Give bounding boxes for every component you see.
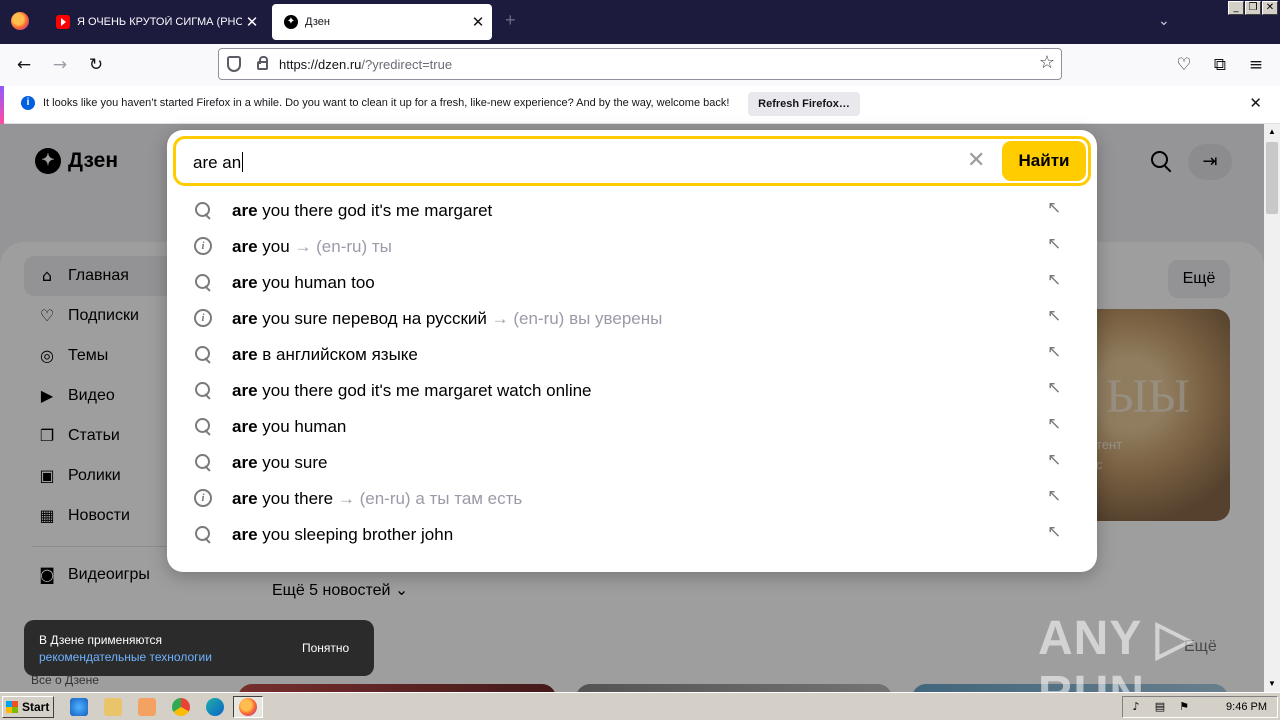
lock-icon[interactable] bbox=[257, 56, 268, 70]
search-input[interactable]: are an bbox=[193, 152, 244, 173]
scroll-down-icon[interactable]: ▼ bbox=[1264, 676, 1280, 692]
folder-icon[interactable] bbox=[104, 698, 122, 716]
info-icon: i bbox=[21, 96, 35, 110]
fill-query-icon[interactable]: ↖ bbox=[1047, 342, 1061, 362]
footer-about-link[interactable]: Все о Дзене bbox=[31, 673, 99, 687]
system-tray: ♪ ▤ ⚑ 9:46 PM bbox=[1122, 696, 1278, 718]
search-icon bbox=[194, 381, 212, 399]
tab-dzen[interactable]: ✦ Дзен ✕ bbox=[272, 4, 492, 40]
fill-query-icon[interactable]: ↖ bbox=[1047, 270, 1061, 290]
suggestion-item[interactable]: i are you → (en-ru) ты ↖ bbox=[167, 228, 1097, 264]
suggestion-item[interactable]: are you there god it's me margaret watch… bbox=[167, 372, 1097, 408]
address-bar[interactable]: https://dzen.ru/?yredirect=true ☆ bbox=[218, 48, 1062, 80]
toast-text: В Дзене применяются bbox=[39, 633, 163, 647]
tab-title: Дзен bbox=[305, 16, 330, 28]
youtube-icon bbox=[56, 15, 70, 29]
search-icon bbox=[194, 201, 212, 219]
forward-icon[interactable]: → bbox=[48, 53, 72, 77]
minimize-button[interactable]: _ bbox=[1228, 1, 1244, 15]
fill-query-icon[interactable]: ↖ bbox=[1047, 522, 1061, 542]
tab-strip: Я ОЧЕНЬ КРУТОЙ СИГМА (PHONK ✕ ✦ Дзен ✕ +… bbox=[0, 0, 1280, 44]
notification-bar: i It looks like you haven’t started Fire… bbox=[0, 86, 1280, 124]
text-cursor bbox=[242, 152, 244, 172]
back-icon[interactable]: ← bbox=[12, 53, 36, 77]
suggestion-item[interactable]: i are you there → (en-ru) а ты там есть ↖ bbox=[167, 480, 1097, 516]
start-button[interactable]: Start bbox=[2, 696, 54, 718]
suggestion-item[interactable]: are you there god it's me margaret ↖ bbox=[167, 192, 1097, 228]
info-icon: i bbox=[194, 237, 212, 255]
edge-icon[interactable] bbox=[206, 698, 224, 716]
vertical-scrollbar[interactable]: ▲ ▼ bbox=[1264, 124, 1280, 692]
firefox-icon[interactable] bbox=[11, 12, 29, 30]
suggestion-item[interactable]: i are you sure перевод на русский → (en-r… bbox=[167, 300, 1097, 336]
shield-icon[interactable] bbox=[227, 56, 241, 72]
search-icon bbox=[194, 525, 212, 543]
dzen-icon: ✦ bbox=[284, 15, 298, 29]
navigation-toolbar: ← → ↻ https://dzen.ru/?yredirect=true ☆ … bbox=[0, 44, 1280, 86]
fill-query-icon[interactable]: ↖ bbox=[1047, 234, 1061, 254]
tab-title: Я ОЧЕНЬ КРУТОЙ СИГМА (PHONK bbox=[77, 16, 242, 28]
suggestion-item[interactable]: are you sure ↖ bbox=[167, 444, 1097, 480]
tab-close-button[interactable]: ✕ bbox=[242, 13, 262, 31]
close-notification-button[interactable]: ✕ bbox=[1249, 94, 1262, 112]
search-dropdown: are an ✕ Найти are you there god it's me… bbox=[167, 130, 1097, 572]
chrome-icon[interactable] bbox=[172, 698, 190, 716]
new-tab-button[interactable]: + bbox=[505, 10, 516, 31]
tab-close-button[interactable]: ✕ bbox=[468, 13, 488, 31]
reload-icon[interactable]: ↻ bbox=[84, 53, 108, 77]
search-icon bbox=[194, 453, 212, 471]
info-icon: i bbox=[194, 309, 212, 327]
volume-icon[interactable]: ♪ bbox=[1129, 700, 1143, 714]
menu-icon[interactable]: ≡ bbox=[1244, 53, 1268, 77]
notification-accent bbox=[0, 86, 4, 124]
suggestion-item[interactable]: are you human too ↖ bbox=[167, 264, 1097, 300]
search-icon bbox=[194, 345, 212, 363]
search-icon bbox=[194, 417, 212, 435]
search-icon bbox=[194, 273, 212, 291]
toast-ok-button[interactable]: Понятно bbox=[302, 641, 349, 655]
search-field[interactable]: are an ✕ Найти bbox=[173, 136, 1091, 186]
flag-icon[interactable]: ⚑ bbox=[1177, 700, 1191, 714]
pocket-icon[interactable]: ♡ bbox=[1172, 53, 1196, 77]
list-all-tabs-icon[interactable]: ⌄ bbox=[1158, 12, 1170, 29]
notification-message: It looks like you haven’t started Firefo… bbox=[43, 97, 730, 109]
toast-link[interactable]: рекомендательные технологии bbox=[39, 650, 212, 664]
tab-youtube[interactable]: Я ОЧЕНЬ КРУТОЙ СИГМА (PHONK ✕ bbox=[44, 4, 266, 40]
suggestion-item[interactable]: are you human ↖ bbox=[167, 408, 1097, 444]
suggestion-item[interactable]: are в английском языке ↖ bbox=[167, 336, 1097, 372]
fill-query-icon[interactable]: ↖ bbox=[1047, 198, 1061, 218]
taskbar: Start ♪ ▤ ⚑ 9:46 PM bbox=[0, 692, 1280, 720]
window-controls: _ ❐ ✕ bbox=[1228, 1, 1278, 15]
extensions-icon[interactable]: ⧉ bbox=[1208, 53, 1232, 77]
info-icon: i bbox=[194, 489, 212, 507]
url-text[interactable]: https://dzen.ru/?yredirect=true bbox=[279, 57, 452, 72]
suggestion-item[interactable]: are you sleeping brother john ↖ bbox=[167, 516, 1097, 552]
clear-search-button[interactable]: ✕ bbox=[967, 148, 985, 173]
fill-query-icon[interactable]: ↖ bbox=[1047, 306, 1061, 326]
fill-query-icon[interactable]: ↖ bbox=[1047, 450, 1061, 470]
media-player-icon[interactable] bbox=[138, 698, 156, 716]
scroll-up-icon[interactable]: ▲ bbox=[1264, 124, 1280, 140]
refresh-firefox-button[interactable]: Refresh Firefox… bbox=[748, 92, 860, 116]
network-icon[interactable]: ▤ bbox=[1153, 700, 1167, 714]
search-submit-button[interactable]: Найти bbox=[1002, 141, 1086, 181]
clock: 9:46 PM bbox=[1226, 701, 1267, 713]
firefox-icon bbox=[239, 698, 257, 716]
fill-query-icon[interactable]: ↖ bbox=[1047, 414, 1061, 434]
maximize-button[interactable]: ❐ bbox=[1245, 1, 1261, 15]
close-window-button[interactable]: ✕ bbox=[1262, 1, 1278, 15]
bookmark-star-icon[interactable]: ☆ bbox=[1039, 52, 1055, 73]
recommendation-toast: В Дзене применяются рекомендательные тех… bbox=[24, 620, 374, 676]
scroll-thumb[interactable] bbox=[1266, 142, 1278, 214]
fill-query-icon[interactable]: ↖ bbox=[1047, 378, 1061, 398]
fill-query-icon[interactable]: ↖ bbox=[1047, 486, 1061, 506]
ie-icon[interactable] bbox=[70, 698, 88, 716]
